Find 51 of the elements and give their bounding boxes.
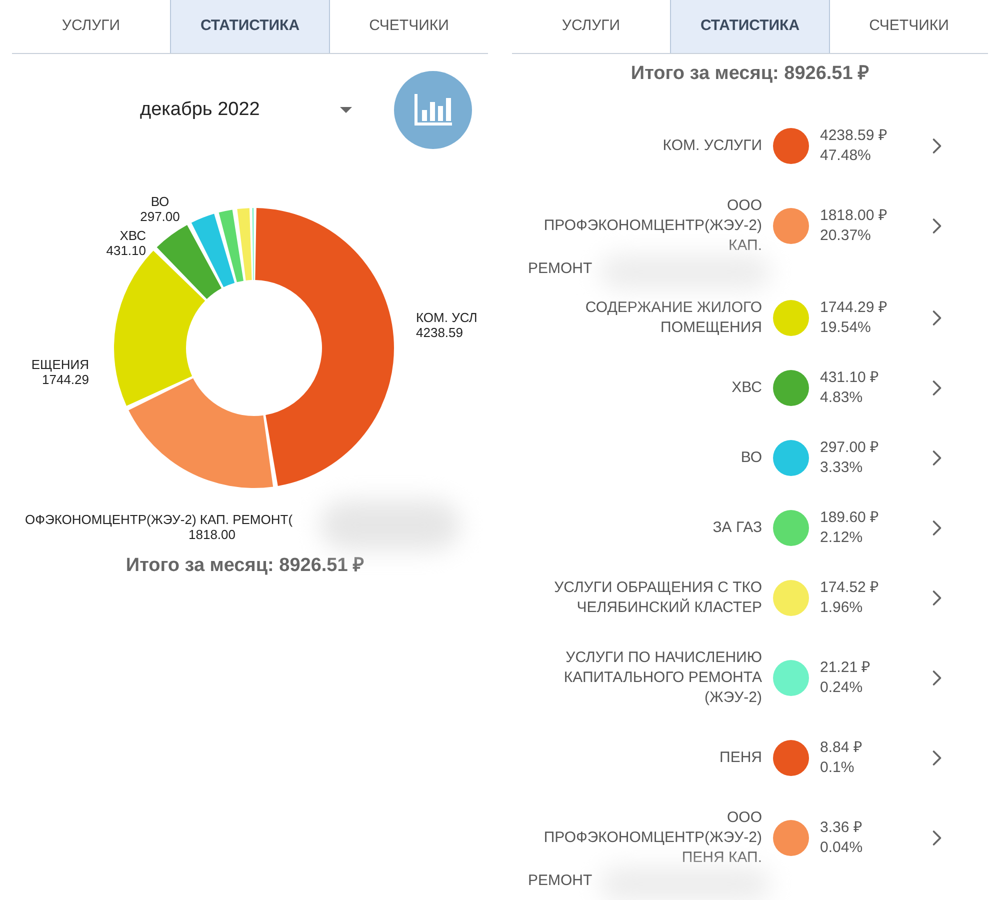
slice-value: 431.10	[106, 243, 146, 258]
slice-label: ХВС	[120, 228, 146, 243]
percent: 19.54%	[820, 318, 872, 338]
percent: 0.04%	[820, 838, 864, 858]
percent: 2.12%	[820, 528, 864, 548]
percent: 0.1%	[820, 758, 856, 778]
percent: 20.37%	[820, 226, 872, 246]
percent: 3.33%	[820, 458, 864, 478]
amount: 174.52 ₽	[820, 578, 880, 598]
month-total: Итого за месяц: 8926.51 ₽	[630, 62, 870, 86]
service-name: СОДЕРЖАНИЕ ЖИЛОГО ПОМЕЩЕНИЯ	[585, 298, 762, 338]
service-name: ПЕНЯ	[720, 748, 762, 768]
slice-label: КОМ. УСЛ	[416, 310, 478, 325]
amount: 189.60 ₽	[820, 508, 880, 528]
slice-label: ВО	[150, 194, 170, 209]
service-name: ЗА ГАЗ	[712, 518, 762, 538]
amount: 4238.59 ₽	[820, 126, 888, 146]
service-name: ВО	[740, 448, 762, 468]
service-name: КОМ. УСЛУГИ	[662, 136, 762, 156]
amount: 1744.29 ₽	[820, 298, 888, 318]
service-name: ХВС	[732, 378, 762, 398]
amount: 297.00 ₽	[820, 438, 880, 458]
amount: 21.21 ₽	[820, 658, 872, 678]
amount: 3.36 ₽	[820, 818, 864, 838]
service-name: УСЛУГИ ОБРАЩЕНИЯ С ТКО ЧЕЛЯБИНСКИЙ КЛАСТЕР	[554, 578, 762, 618]
service-name: РЕМОНТ	[527, 260, 592, 276]
service-name: УСЛУГИ ПО НАЧИСЛЕНИЮ КАПИТАЛЬНОГО РЕМОНТА (ЖЭУ-2)	[564, 648, 762, 708]
slice-value: 1818.00	[188, 527, 236, 542]
tab[interactable]: СЧЕТЧИКИ	[330, 0, 488, 53]
percent: 1.96%	[820, 598, 864, 618]
slice-value: 1744.29	[42, 372, 89, 387]
tab[interactable]: УСЛУГИ	[512, 0, 670, 53]
month-total: Итого за месяц: 8926.51 ₽	[126, 554, 364, 578]
tab[interactable]: СЧЕТЧИКИ	[830, 0, 988, 53]
service-name: ООО ПРОФЭКОНОМЦЕНТР(ЖЭУ-2) ПЕНЯ КАП.	[544, 808, 762, 868]
amount: 8.84 ₽	[820, 738, 864, 758]
service-name: ООО ПРОФЭКОНОМЦЕНТР(ЖЭУ-2) КАП.	[544, 196, 762, 256]
percent: 47.48%	[820, 146, 872, 166]
slice-label: ЕЩЕНИЯ	[31, 357, 89, 372]
amount: 431.10 ₽	[820, 368, 880, 388]
service-name: РЕМОНТ	[527, 872, 592, 888]
amount: 1818.00 ₽	[820, 206, 888, 226]
tab[interactable]: УСЛУГИ	[12, 0, 170, 53]
month-dropdown[interactable]: декабрь 2022	[140, 96, 360, 124]
slice-value: 4238.59	[416, 325, 463, 340]
percent: 0.24%	[820, 678, 864, 698]
percent: 4.83%	[820, 388, 864, 408]
slice-value: 297.00	[140, 209, 180, 224]
tab[interactable]: СТАТИСТИКА	[170, 0, 330, 53]
slice-label: ОФЭКОНОМЦЕНТР(ЖЭУ-2) КАП. РЕМОНТ(	[25, 512, 293, 527]
tab[interactable]: СТАТИСТИКА	[670, 0, 830, 53]
